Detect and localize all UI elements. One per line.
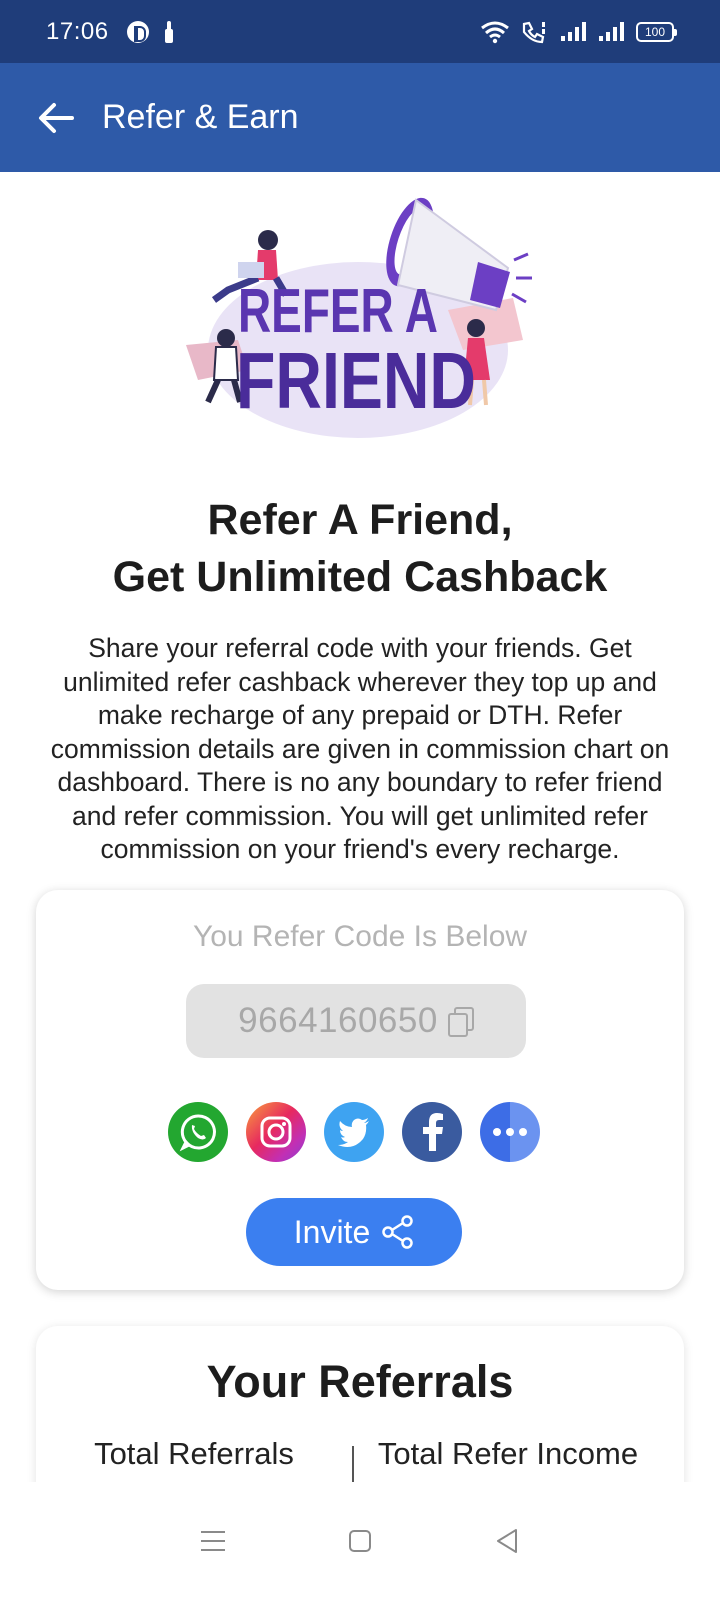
status-left-icons bbox=[126, 20, 175, 43]
nav-menu-button[interactable] bbox=[183, 1511, 243, 1571]
status-time: 17:06 bbox=[46, 17, 109, 45]
headline-line1: Refer A Friend, bbox=[207, 496, 513, 544]
refer-a-friend-illustration: REFER A FRIEND bbox=[178, 190, 538, 445]
invite-button-label: Invite bbox=[293, 1213, 371, 1250]
refer-code-label: You Refer Code Is Below bbox=[192, 920, 528, 953]
whatsapp-share-button[interactable] bbox=[168, 1102, 228, 1162]
twitter-share-button[interactable] bbox=[324, 1102, 384, 1162]
signal-icon bbox=[561, 21, 586, 41]
more-icon bbox=[493, 1128, 527, 1136]
total-refer-income-label: Total Refer Income bbox=[377, 1436, 639, 1471]
square-icon bbox=[348, 1530, 371, 1552]
refer-code-value: 9664160650 bbox=[238, 1001, 438, 1040]
nav-home-button[interactable] bbox=[330, 1511, 390, 1571]
app-bar: Refer & Earn bbox=[0, 63, 720, 172]
more-share-button[interactable] bbox=[480, 1102, 540, 1162]
battery-icon: 100 bbox=[636, 21, 677, 42]
copy-icon[interactable] bbox=[447, 1007, 474, 1037]
back-triangle-icon bbox=[496, 1529, 517, 1553]
status-bar: 17:06 100 bbox=[0, 0, 720, 63]
refer-code-card: You Refer Code Is Below 9664160650 Invit… bbox=[36, 890, 684, 1290]
instagram-icon bbox=[260, 1116, 292, 1148]
referrals-title: Your Referrals bbox=[206, 1356, 514, 1407]
whatsapp-icon bbox=[179, 1114, 216, 1152]
description-text: Share your referral code with your frien… bbox=[50, 633, 670, 864]
facebook-icon bbox=[423, 1113, 443, 1151]
share-icon bbox=[382, 1215, 413, 1249]
app-notification-icon bbox=[126, 20, 149, 43]
twitter-icon bbox=[338, 1118, 369, 1147]
navigation-bar bbox=[0, 1482, 720, 1600]
status-right-icons: 100 bbox=[480, 20, 677, 44]
menu-icon bbox=[201, 1531, 226, 1551]
volte-icon bbox=[522, 21, 545, 43]
wifi-icon bbox=[481, 21, 509, 43]
nav-back-button[interactable] bbox=[477, 1511, 537, 1571]
headline: Refer A Friend, Get Unlimited Cashback bbox=[0, 492, 720, 606]
social-share-row bbox=[168, 1102, 540, 1162]
back-button[interactable] bbox=[30, 92, 82, 144]
headline-line2: Get Unlimited Cashback bbox=[112, 553, 608, 601]
drop-icon bbox=[163, 20, 175, 43]
page-title: Refer & Earn bbox=[102, 98, 299, 136]
arrow-left-icon bbox=[39, 102, 74, 133]
signal-icon-2 bbox=[599, 21, 624, 41]
refer-code-box[interactable]: 9664160650 bbox=[186, 984, 526, 1058]
total-referrals-label: Total Referrals bbox=[94, 1436, 294, 1471]
invite-button[interactable]: Invite bbox=[246, 1198, 462, 1266]
instagram-share-button[interactable] bbox=[246, 1102, 306, 1162]
hero-text-line2: FRIEND bbox=[236, 336, 476, 425]
facebook-share-button[interactable] bbox=[402, 1102, 462, 1162]
